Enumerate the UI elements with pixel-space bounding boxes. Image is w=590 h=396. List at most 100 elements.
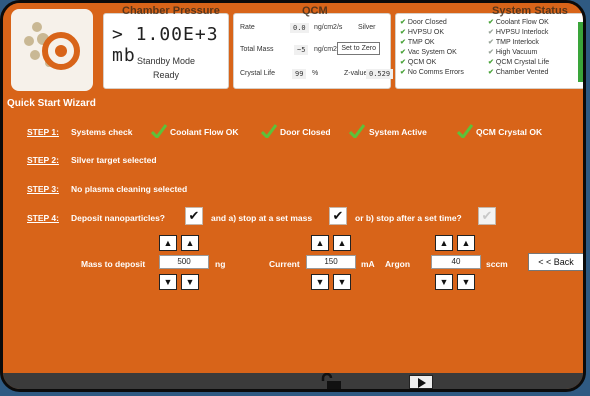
argon-unit: sccm (486, 259, 508, 269)
mass-label: Mass to deposit (81, 259, 146, 269)
rate-label: Rate (240, 24, 255, 31)
qcm-crystal-row: Crystal Life 99 % Z-value 0.529 (240, 66, 394, 82)
check-icon (261, 124, 277, 138)
qcm-total-mass-row: Total Mass ~5 ng/cm2 Set to Zero (240, 42, 386, 58)
step2-label: STEP 2: (27, 155, 59, 165)
check-icon: ✔ (488, 39, 494, 46)
current-down-button[interactable]: ▼ (311, 274, 329, 290)
mass-up-fine-button[interactable]: ▲ (181, 235, 199, 251)
deposit-checkbox[interactable]: ✔ (185, 207, 203, 225)
rate-value: 0.0 (290, 23, 309, 33)
check-icon: ✔ (488, 29, 494, 36)
status-hvpsu-ok: ✔ HVPSU OK (400, 29, 445, 36)
step1-check-qcm-crystal: QCM Crystal OK (476, 127, 543, 137)
status-hvpsu-interlock: ✔ HVPSU Interlock (488, 29, 549, 36)
status-high-vacuum: ✔ High Vacuum (488, 49, 538, 56)
step4-stop-time-text: or b) stop after a set time? (355, 213, 462, 223)
stop-time-checkbox[interactable]: ✔ (478, 207, 496, 225)
arrow-down-icon: ▼ (163, 277, 173, 287)
check-icon: ✔ (400, 39, 406, 46)
check-icon: ✔ (400, 59, 406, 66)
step4-text: Deposit nanoparticles? (71, 213, 165, 223)
current-input[interactable]: 150 (306, 255, 356, 269)
arrow-up-icon: ▲ (315, 238, 325, 248)
step1-check-system-active: System Active (369, 127, 427, 137)
check-icon: ✔ (400, 29, 406, 36)
step3-text: No plasma cleaning selected (71, 184, 188, 194)
arrow-up-icon: ▲ (337, 238, 347, 248)
zvalue-value: 0.529 (366, 69, 394, 79)
crystal-life-label: Crystal Life (240, 70, 276, 77)
pressure-state: Ready (152, 70, 179, 80)
argon-up-fine-button[interactable]: ▲ (457, 235, 475, 251)
crystal-life-value: 99 (292, 69, 307, 79)
current-up-fine-button[interactable]: ▲ (333, 235, 351, 251)
mass-unit: ng (215, 259, 226, 269)
system-status-panel: System Status ✔ Door Closed ✔ HVPSU OK ✔ TM… (395, 5, 583, 89)
current-up-button[interactable]: ▲ (311, 235, 329, 251)
step4-label: STEP 4: (27, 213, 59, 223)
argon-up-button[interactable]: ▲ (435, 235, 453, 251)
stop-mass-checkbox[interactable]: ✔ (329, 207, 347, 225)
status-column-1: ✔ Door Closed ✔ HVPSU OK ✔ TMP OK ✔ Vac Syst… (400, 18, 464, 78)
current-label: Current (269, 259, 300, 269)
check-icon (457, 124, 473, 138)
status-tmp-ok: ✔ TMP OK (400, 39, 435, 46)
qcm-rate-row: Rate 0.0 ng/cm2/s Silver (240, 20, 386, 36)
status-chamber-vented: ✔ Chamber Vented (488, 69, 549, 76)
status-qcm-ok: ✔ QCM OK (400, 59, 437, 66)
mass-down-button[interactable]: ▼ (159, 274, 177, 290)
qcm-panel: QCM Rate 0.0 ng/cm2/s Silver Total Mass … (233, 5, 394, 89)
qcm-section-label: QCM (302, 5, 328, 17)
argon-down-fine-button[interactable]: ▼ (457, 274, 475, 290)
header-bar: Chamber Pressure > 1.00E+3 mb Standby Mo… (3, 3, 583, 93)
arrow-down-icon: ▼ (439, 277, 449, 287)
lock-icon[interactable] (319, 373, 345, 389)
chamber-pressure-label: Chamber Pressure (122, 5, 220, 17)
check-icon: ✔ (400, 49, 406, 56)
argon-label: Argon (385, 259, 411, 269)
argon-input[interactable]: 40 (431, 255, 481, 269)
qcm-material: Silver (358, 24, 376, 31)
chamber-pressure-panel: Chamber Pressure > 1.00E+3 mb Standby Mo… (103, 5, 229, 89)
pressure-mode: Standby Mode (136, 56, 196, 66)
check-icon: ✔ (488, 59, 494, 66)
arrow-up-icon: ▲ (461, 238, 471, 248)
argon-down-button[interactable]: ▼ (435, 274, 453, 290)
set-to-zero-button[interactable]: Set to Zero (337, 42, 380, 55)
arrow-down-icon: ▼ (337, 277, 347, 287)
back-button[interactable]: < < Back (528, 253, 583, 271)
step1-check-door: Door Closed (280, 127, 331, 137)
logo-icon (11, 9, 93, 91)
mass-down-fine-button[interactable]: ▼ (181, 274, 199, 290)
step1-text: Systems check (71, 127, 133, 137)
wizard-title: Quick Start Wizard (7, 98, 96, 109)
mass-input[interactable]: 500 (159, 255, 209, 269)
current-unit: mA (361, 259, 375, 269)
status-tmp-interlock: ✔ TMP Interlock (488, 39, 539, 46)
check-icon: ✔ (400, 19, 406, 26)
rate-unit: ng/cm2/s (314, 24, 343, 31)
total-mass-value: ~5 (294, 45, 309, 55)
status-no-comms-errors: ✔ No Comms Errors (400, 69, 464, 76)
crystal-life-unit: % (312, 70, 319, 77)
arrow-up-icon: ▲ (163, 238, 173, 248)
app-window: Chamber Pressure > 1.00E+3 mb Standby Mo… (0, 0, 586, 392)
step2-text: Silver target selected (71, 155, 157, 165)
mass-up-button[interactable]: ▲ (159, 235, 177, 251)
arrow-up-icon: ▲ (185, 238, 195, 248)
arrow-down-icon: ▼ (185, 277, 195, 287)
arrow-up-icon: ▲ (439, 238, 449, 248)
play-button[interactable] (409, 375, 433, 389)
arrow-down-icon: ▼ (461, 277, 471, 287)
status-column-2: ✔ Coolant Flow OK ✔ HVPSU Interlock ✔ TMP I… (488, 18, 549, 78)
check-icon: ✔ (488, 49, 494, 56)
total-mass-label: Total Mass (240, 46, 274, 53)
current-down-fine-button[interactable]: ▼ (333, 274, 351, 290)
check-icon (151, 124, 167, 138)
status-coolant-flow-ok: ✔ Coolant Flow OK (488, 19, 549, 26)
play-icon (418, 378, 426, 388)
step3-label: STEP 3: (27, 184, 59, 194)
status-door-closed: ✔ Door Closed (400, 19, 447, 26)
total-mass-unit: ng/cm2 (314, 46, 337, 53)
